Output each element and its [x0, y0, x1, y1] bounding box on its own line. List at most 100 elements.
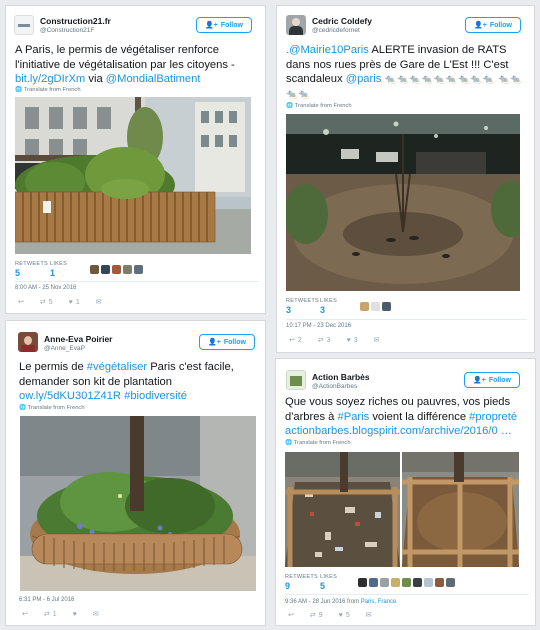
retweets-label: RETWEETS [15, 261, 48, 267]
avatar[interactable] [413, 578, 422, 587]
user-handle[interactable]: @Anne_EvaP [44, 345, 85, 352]
retweets-label: RETWEETS [285, 574, 318, 580]
translate-link[interactable]: 🌐 Translate from French [15, 87, 81, 93]
reply-icon[interactable]: ↩ [18, 298, 24, 306]
mention-link[interactable]: @MondialBatiment [106, 73, 201, 85]
retweet-button[interactable]: ⇄ 9 [309, 611, 323, 620]
street-planter-photo [15, 97, 251, 254]
tweet-card-construction21: Construction21.fr @Construction21F 👤+ Fo… [5, 5, 266, 314]
avatar[interactable] [369, 578, 378, 587]
avatar[interactable] [358, 578, 367, 587]
hashtag-link[interactable]: #propreté [469, 411, 517, 423]
likes-count[interactable]: 3 [320, 305, 325, 315]
mention-link[interactable]: .@Mairie10Paris [286, 44, 369, 56]
follow-button[interactable]: 👤+ Follow [199, 334, 255, 350]
avatar[interactable] [391, 578, 400, 587]
tweet-link[interactable]: actionbarbes.blogspirit.com/archive/2016… [285, 425, 512, 437]
retweets-count[interactable]: 3 [286, 305, 291, 315]
like-button[interactable]: ♥ 5 [339, 612, 350, 619]
likes-label: LIKES [320, 574, 338, 580]
avatar[interactable] [134, 265, 143, 274]
reply-icon[interactable]: ↩ [288, 611, 294, 619]
retweet-button[interactable]: ⇄ 1 [44, 610, 57, 619]
timestamp[interactable]: 6:31 PM - 6 Jul 2016 [19, 597, 74, 603]
avatar[interactable] [424, 578, 433, 587]
mention-link[interactable]: @paris [346, 73, 382, 85]
reply-icon[interactable]: ↩ [22, 610, 28, 618]
like-button[interactable]: ♥ 1 [69, 299, 80, 306]
display-name[interactable]: Action Barbès [312, 372, 370, 382]
translate-link[interactable]: 🌐 Translate from French [286, 103, 352, 109]
avatar[interactable] [435, 578, 444, 587]
user-handle[interactable]: @Construction21F [40, 27, 94, 34]
display-name[interactable]: Anne-Eva Poirier [44, 334, 113, 344]
dirty-tree-pit-photo [285, 452, 400, 567]
likes-count[interactable]: 1 [50, 268, 55, 278]
tweet-actions: ↩ ⇄ 1 ♥ ✉ [22, 610, 99, 619]
tweet-actions: ↩ ⇄ 5 ♥ 1 ✉ [18, 298, 102, 307]
retweets-count[interactable]: 9 [285, 581, 290, 591]
hashtag-link[interactable]: #Paris [338, 411, 370, 423]
tweet-card-coldefy: Cedric Coldefy @cedricdefornet 👤+ Follow… [276, 5, 535, 353]
avatar[interactable] [382, 302, 391, 311]
retweet-button[interactable]: ⇄ 5 [40, 298, 53, 307]
retweet-icon: ⇄ [309, 612, 316, 619]
hashtag-link[interactable]: #végétaliser [87, 361, 147, 373]
follow-button[interactable]: 👤+ Follow [196, 17, 252, 33]
avatar[interactable] [446, 578, 455, 587]
avatar[interactable] [18, 332, 38, 352]
dm-icon[interactable]: ✉ [96, 298, 102, 306]
avatar[interactable] [14, 15, 34, 35]
dm-icon[interactable]: ✉ [374, 336, 380, 344]
dm-icon[interactable]: ✉ [366, 611, 372, 619]
tweet-photo[interactable] [20, 416, 256, 591]
avatar[interactable] [90, 265, 99, 274]
retweets-label: RETWEETS [286, 298, 319, 304]
translate-link[interactable]: 🌐 Translate from French [285, 440, 351, 446]
add-user-icon: 👤+ [473, 377, 486, 384]
follow-button[interactable]: 👤+ Follow [465, 17, 521, 33]
likes-label: LIKES [320, 298, 338, 304]
reply-button[interactable]: ↩ 2 [289, 336, 302, 345]
tree-planter-photo [20, 416, 256, 591]
likes-label: LIKES [50, 261, 68, 267]
likes-count[interactable]: 5 [320, 581, 325, 591]
avatar[interactable] [371, 302, 380, 311]
tweet-link[interactable]: bit.ly/2gDIrXm [15, 73, 85, 85]
avatar[interactable] [402, 578, 411, 587]
tweet-text: .@Mairie10Paris ALERTE invasion de RATS … [286, 44, 523, 99]
avatar[interactable] [123, 265, 132, 274]
tweet-photo-left[interactable] [285, 452, 400, 567]
timestamp[interactable]: 9:36 AM - 28 Jun 2016 from Paris, France [285, 599, 396, 605]
tweet-text: Le permis de #végétaliser Paris c'est fa… [19, 361, 234, 402]
globe-icon: 🌐 [15, 87, 23, 93]
translate-link[interactable]: 🌐 Translate from French [19, 405, 85, 411]
timestamp[interactable]: 8:00 AM - 25 Nov 2016 [15, 285, 76, 291]
avatar[interactable] [286, 370, 306, 390]
like-button[interactable]: ♥ 3 [347, 337, 358, 344]
avatar[interactable] [101, 265, 110, 274]
tweet-photo[interactable] [286, 114, 520, 291]
retweet-button[interactable]: ⇄ 3 [318, 336, 331, 345]
avatar[interactable] [380, 578, 389, 587]
globe-icon: 🌐 [286, 103, 294, 109]
user-handle[interactable]: @cedricdefornet [312, 27, 360, 34]
tweet-link[interactable]: ow.ly/5dKU301Z41R [19, 390, 121, 402]
display-name[interactable]: Construction21.fr [40, 16, 111, 26]
heart-icon[interactable]: ♥ [73, 611, 77, 618]
display-name[interactable]: Cedric Coldefy [312, 16, 372, 26]
tweet-photo-right[interactable] [402, 452, 519, 567]
tweet-photo[interactable] [15, 97, 251, 254]
hashtag-link[interactable]: #biodiversité [124, 390, 187, 402]
globe-icon: 🌐 [285, 440, 293, 446]
retweets-count[interactable]: 5 [15, 268, 20, 278]
location-link[interactable]: Paris, France [361, 599, 397, 605]
avatar[interactable] [286, 15, 306, 35]
avatar[interactable] [112, 265, 121, 274]
dm-icon[interactable]: ✉ [93, 610, 99, 618]
timestamp[interactable]: 10:17 PM - 23 Dec 2016 [286, 323, 351, 329]
follow-button[interactable]: 👤+ Follow [464, 372, 520, 388]
avatar[interactable] [360, 302, 369, 311]
user-handle[interactable]: @ActionBarbes [312, 383, 357, 390]
clean-tree-pit-photo [402, 452, 519, 567]
